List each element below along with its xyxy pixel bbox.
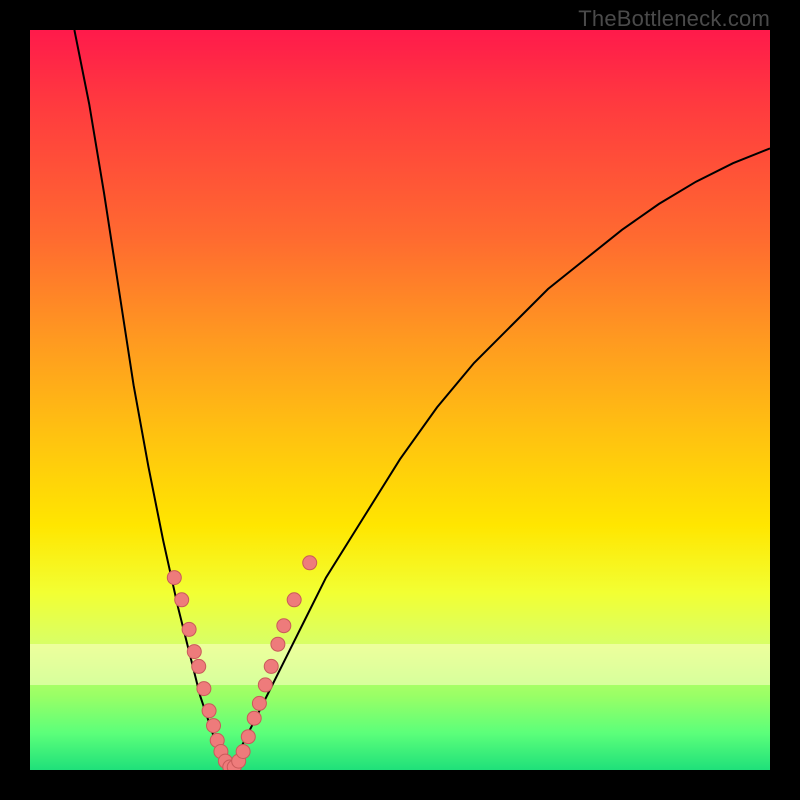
watermark-text: TheBottleneck.com (578, 6, 770, 32)
curve-group (74, 30, 770, 770)
data-marker (287, 593, 301, 607)
curve-path (74, 30, 229, 770)
chart-frame: TheBottleneck.com (0, 0, 800, 800)
data-marker (207, 719, 221, 733)
data-marker (187, 645, 201, 659)
data-marker (264, 659, 278, 673)
data-marker (182, 622, 196, 636)
marker-group (167, 556, 316, 770)
data-marker (197, 682, 211, 696)
data-marker (236, 745, 250, 759)
data-marker (241, 730, 255, 744)
data-marker (258, 678, 272, 692)
chart-svg (30, 30, 770, 770)
data-marker (303, 556, 317, 570)
data-marker (277, 619, 291, 633)
data-marker (247, 711, 261, 725)
data-marker (202, 704, 216, 718)
data-marker (167, 571, 181, 585)
data-marker (271, 637, 285, 651)
data-marker (192, 659, 206, 673)
data-marker (252, 696, 266, 710)
curve-path (230, 148, 770, 770)
data-marker (175, 593, 189, 607)
plot-area (30, 30, 770, 770)
